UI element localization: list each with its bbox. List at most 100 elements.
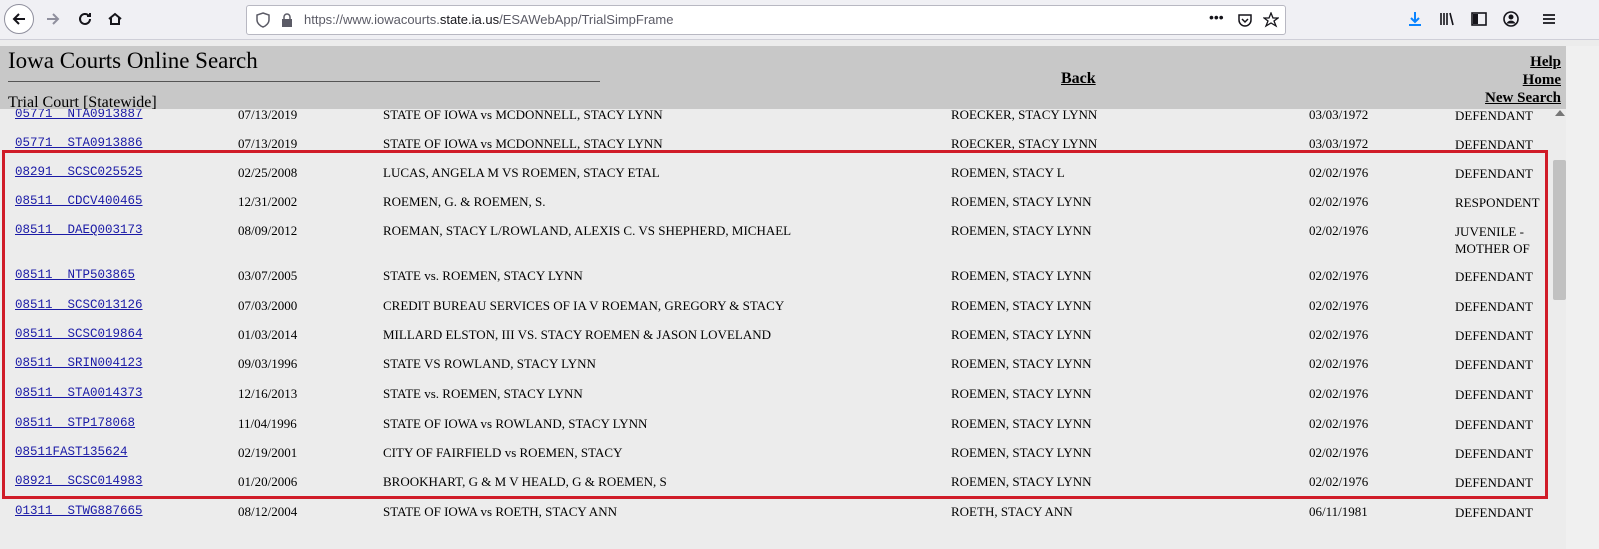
party-name: ROEMEN, STACY LYNN — [951, 268, 1092, 283]
filed-date: 12/16/2013 — [238, 386, 298, 401]
party-name: ROEMEN, STACY LYNN — [951, 386, 1092, 401]
case-number-link[interactable]: 08511 STP178068 — [15, 416, 135, 430]
filed-date: 08/09/2012 — [238, 223, 298, 238]
filed-date: 07/13/2019 — [238, 107, 298, 122]
home-icon[interactable] — [100, 4, 130, 34]
party-name: ROETH, STACY ANN — [951, 504, 1073, 519]
birth-date: 02/02/1976 — [1309, 268, 1369, 283]
case-number-link[interactable]: 08511 NTP503865 — [15, 268, 135, 282]
party-role: JUVENILE - MOTHER OF — [1455, 224, 1530, 256]
case-number-link[interactable]: 08511 SCSC019864 — [15, 327, 143, 341]
case-title: STATE OF IOWA vs ROETH, STACY ANN — [383, 504, 617, 519]
library-icon[interactable] — [1438, 10, 1456, 33]
case-number-link[interactable]: 08511 SRIN004123 — [15, 356, 143, 370]
party-role: DEFENDANT — [1455, 328, 1533, 343]
shield-icon[interactable] — [255, 12, 271, 28]
case-title: STATE VS ROWLAND, STACY LYNN — [383, 356, 596, 371]
party-name: ROEMEN, STACY LYNN — [951, 298, 1092, 313]
downloads-icon[interactable] — [1406, 10, 1424, 33]
url-text[interactable]: https://www.iowacourts.state.ia.us/ESAWe… — [304, 12, 673, 27]
scrollbar-thumb[interactable] — [1553, 160, 1566, 300]
birth-date: 06/11/1981 — [1309, 504, 1368, 519]
case-title: STATE OF IOWA vs MCDONNELL, STACY LYNN — [383, 136, 663, 151]
party-role: DEFENDANT — [1455, 269, 1533, 284]
party-name: ROEMEN, STACY LYNN — [951, 356, 1092, 371]
filed-date: 03/07/2005 — [238, 268, 298, 283]
case-number-link[interactable]: 01311 STWG887665 — [15, 504, 143, 518]
party-name: ROECKER, STACY LYNN — [951, 136, 1098, 151]
birth-date: 02/02/1976 — [1309, 386, 1369, 401]
forward-arrow-icon[interactable] — [38, 4, 68, 34]
back-link[interactable]: Back — [1061, 70, 1096, 88]
case-title: MILLARD ELSTON, III VS. STACY ROEMEN & J… — [383, 327, 771, 342]
birth-date: 03/03/1972 — [1309, 107, 1369, 122]
party-role: DEFENDANT — [1455, 299, 1533, 314]
birth-date: 02/02/1976 — [1309, 474, 1369, 489]
party-role: DEFENDANT — [1455, 417, 1533, 432]
birth-date: 02/02/1976 — [1309, 327, 1369, 342]
filed-date: 02/25/2008 — [238, 165, 298, 180]
party-role: DEFENDANT — [1455, 357, 1533, 372]
party-name: ROEMEN, STACY LYNN — [951, 194, 1092, 209]
case-number-link[interactable]: 08511 DAEQ003173 — [15, 223, 143, 237]
case-title: STATE OF IOWA vs ROWLAND, STACY LYNN — [383, 416, 648, 431]
case-number-link[interactable]: 08511FAST135624 — [15, 445, 128, 459]
help-link[interactable]: Help — [1530, 54, 1561, 71]
sidebar-icon[interactable] — [1470, 10, 1488, 33]
party-name: ROEMEN, STACY LYNN — [951, 223, 1092, 238]
case-title: CITY OF FAIRFIELD vs ROEMEN, STACY — [383, 445, 623, 460]
filed-date: 07/03/2000 — [238, 298, 298, 313]
case-title: STATE vs. ROEMEN, STACY LYNN — [383, 268, 583, 283]
birth-date: 03/03/1972 — [1309, 136, 1369, 151]
page-title: Iowa Courts Online Search — [8, 48, 258, 73]
back-arrow-icon[interactable] — [4, 4, 34, 34]
new-search-link[interactable]: New Search — [1485, 90, 1561, 107]
reload-icon[interactable] — [70, 4, 100, 34]
filed-date: 09/03/1996 — [238, 356, 298, 371]
case-number-link[interactable]: 08511 STA0014373 — [15, 386, 143, 400]
case-title: STATE vs. ROEMEN, STACY LYNN — [383, 386, 583, 401]
birth-date: 02/02/1976 — [1309, 356, 1369, 371]
header-divider — [8, 81, 600, 82]
scrollbar-track[interactable] — [1566, 46, 1599, 549]
court-label: Trial Court [Statewide] — [8, 94, 157, 111]
menu-icon[interactable] — [1540, 10, 1558, 33]
case-number-link[interactable]: 08511 CDCV400465 — [15, 194, 143, 208]
filed-date: 07/13/2019 — [238, 136, 298, 151]
pocket-icon[interactable] — [1237, 12, 1253, 28]
party-role: DEFENDANT — [1455, 505, 1533, 520]
party-role: DEFENDANT — [1455, 446, 1533, 461]
party-role: DEFENDANT — [1455, 137, 1533, 152]
case-title: CREDIT BUREAU SERVICES OF IA V ROEMAN, G… — [383, 298, 785, 313]
party-name: ROEMEN, STACY L — [951, 165, 1065, 180]
scroll-up-arrow-icon[interactable] — [1555, 110, 1565, 116]
party-name: ROEMEN, STACY LYNN — [951, 445, 1092, 460]
case-title: STATE OF IOWA vs MCDONNELL, STACY LYNN — [383, 107, 663, 122]
account-icon[interactable] — [1502, 10, 1520, 33]
browser-toolbar: https://www.iowacourts.state.ia.us/ESAWe… — [0, 0, 1599, 40]
party-role: RESPONDENT — [1455, 195, 1540, 210]
case-number-link[interactable]: 08291 SCSC025525 — [15, 165, 143, 179]
party-name: ROECKER, STACY LYNN — [951, 107, 1098, 122]
birth-date: 02/02/1976 — [1309, 298, 1369, 313]
case-number-link[interactable]: 05771 STA0913886 — [15, 136, 143, 150]
party-role: DEFENDANT — [1455, 108, 1533, 123]
case-number-link[interactable]: 08921 SCSC014983 — [15, 474, 143, 488]
filed-date: 01/03/2014 — [238, 327, 298, 342]
home-link[interactable]: Home — [1523, 72, 1561, 89]
case-title: LUCAS, ANGELA M VS ROEMEN, STACY ETAL — [383, 165, 660, 180]
birth-date: 02/02/1976 — [1309, 165, 1369, 180]
page-actions-menu[interactable]: ••• — [1209, 9, 1224, 25]
birth-date: 02/02/1976 — [1309, 223, 1369, 238]
party-role: DEFENDANT — [1455, 166, 1533, 181]
page-header: Iowa Courts Online Search Trial Court [S… — [0, 46, 1566, 111]
birth-date: 02/02/1976 — [1309, 194, 1369, 209]
case-number-link[interactable]: 08511 SCSC013126 — [15, 298, 143, 312]
filed-date: 11/04/1996 — [238, 416, 297, 431]
url-bar[interactable]: https://www.iowacourts.state.ia.us/ESAWe… — [246, 5, 1286, 35]
birth-date: 02/02/1976 — [1309, 445, 1369, 460]
bookmark-star-icon[interactable] — [1263, 12, 1279, 28]
lock-icon[interactable] — [279, 12, 295, 28]
case-title: BROOKHART, G & M V HEALD, G & ROEMEN, S — [383, 474, 667, 489]
party-name: ROEMEN, STACY LYNN — [951, 416, 1092, 431]
